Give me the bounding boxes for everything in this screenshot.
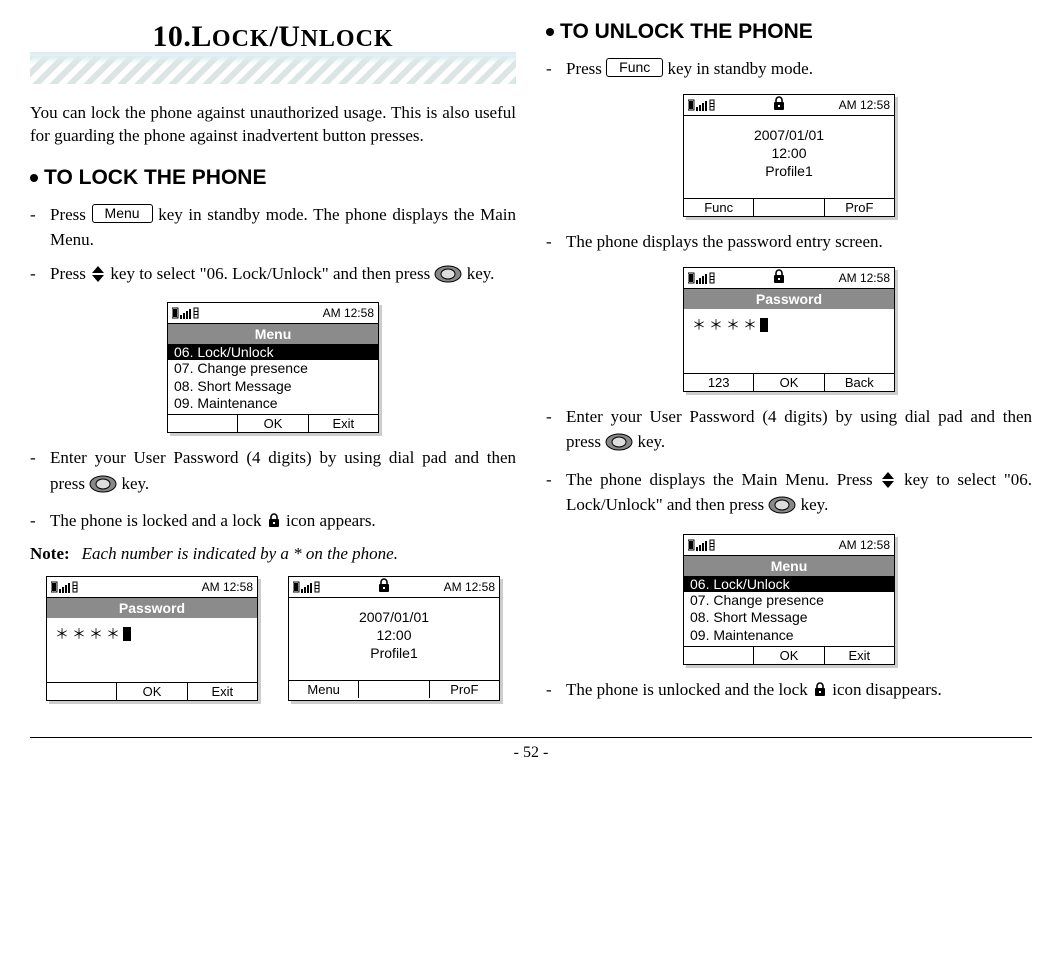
password-masked: ＊＊＊＊ [55,624,123,644]
note: Note:Each number is indicated by a * on … [30,544,516,564]
phone-screen-menu: AM 12:58 Menu 06. Lock/Unlock 07. Change… [167,302,379,433]
text-cursor [760,318,768,332]
section-unlock-heading: TO UNLOCK THE PHONE [546,20,1032,44]
softkey-left: 123 [684,374,754,391]
lock-icon [771,268,787,287]
menu-item: 09. Maintenance [168,395,378,413]
softkey-center: OK [238,415,308,432]
intro-text: You can lock the phone against unauthori… [30,102,516,148]
menu-item: 07. Change presence [684,592,894,610]
standby-clock: 12:00 [289,626,499,644]
menu-item: 08. Short Message [168,378,378,396]
softkey-right: Exit [188,683,257,700]
softkey-left [684,647,754,664]
standby-date: 2007/01/01 [684,126,894,144]
status-icons [688,272,720,284]
phone-screen-password-unlock: AM 12:58 Password ＊＊＊＊ 123 OK Back [683,267,895,392]
status-icons [172,307,204,319]
phone-screen-password: AM 12:58 Password ＊＊＊＊ OK Exit [46,576,258,701]
menu-item-selected: 06. Lock/Unlock [684,576,894,592]
softkey-right: Exit [825,647,894,664]
softkey-right: ProF [825,199,894,216]
ok-key-icon [434,265,462,291]
list-item: - Enter your User Password (4 digits) by… [546,404,1032,459]
ok-key-icon [605,433,633,459]
softkey-center [359,681,429,698]
lock-icon [812,679,828,705]
menu-item: 08. Short Message [684,609,894,627]
section-lock-heading: TO LOCK THE PHONE [30,166,516,190]
screen-title: Menu [168,324,378,344]
list-item: - The phone is locked and a lock icon ap… [30,508,516,536]
func-key: Func [606,58,663,77]
text-cursor [123,627,131,641]
status-time: AM 12:58 [202,580,253,594]
status-time: AM 12:58 [839,538,890,552]
status-icons [51,581,83,593]
status-time: AM 12:58 [323,306,374,320]
phone-screen-locked-standby: AM 12:58 2007/01/01 12:00 Profile1 Menu … [288,576,500,701]
softkey-center [754,199,824,216]
up-down-icon [880,471,896,489]
screen-title: Password [684,289,894,309]
softkey-center: OK [754,647,824,664]
menu-key: Menu [92,204,153,223]
standby-date: 2007/01/01 [289,608,499,626]
softkey-center: OK [117,683,187,700]
standby-clock: 12:00 [684,144,894,162]
page-number: - 52 - [30,744,1032,762]
status-icons [688,99,720,111]
softkey-right: Back [825,374,894,391]
softkey-left [168,415,238,432]
softkey-left: Menu [289,681,359,698]
menu-item: 07. Change presence [168,360,378,378]
chapter-title: 10.LOCK/UNLOCK [30,20,516,54]
decorative-divider [30,52,516,84]
bullet-icon [546,28,554,36]
list-item: - The phone is unlocked and the lock ico… [546,677,1032,705]
list-item: - The phone displays the Main Menu. Pres… [546,467,1032,522]
lock-icon [771,95,787,114]
status-icons [293,581,325,593]
ok-key-icon [768,496,796,522]
status-time: AM 12:58 [839,98,890,112]
up-down-icon [90,265,106,283]
softkey-right: ProF [430,681,499,698]
ok-key-icon [89,475,117,501]
standby-profile: Profile1 [684,162,894,180]
footer-rule [30,737,1032,738]
list-item: - Press Func key in standby mode. [546,56,1032,82]
lock-icon [376,577,392,596]
password-masked: ＊＊＊＊ [692,315,760,335]
list-item: - Press key to select "06. Lock/Unlock" … [30,261,516,291]
lock-icon [266,510,282,536]
menu-item: 09. Maintenance [684,627,894,645]
list-item: - Press Menu key in standby mode. The ph… [30,202,516,253]
phone-screen-func-standby: AM 12:58 2007/01/01 12:00 Profile1 Func … [683,94,895,218]
softkey-center: OK [754,374,824,391]
screen-title: Password [47,598,257,618]
softkey-left [47,683,117,700]
screen-title: Menu [684,556,894,576]
status-time: AM 12:58 [444,580,495,594]
status-icons [688,539,720,551]
softkey-right: Exit [309,415,378,432]
list-item: - The phone displays the password entry … [546,229,1032,255]
list-item: - Enter your User Password (4 digits) by… [30,445,516,500]
phone-screen-menu-unlock: AM 12:58 Menu 06. Lock/Unlock 07. Change… [683,534,895,665]
menu-item-selected: 06. Lock/Unlock [168,344,378,360]
standby-profile: Profile1 [289,644,499,662]
status-time: AM 12:58 [839,271,890,285]
softkey-left: Func [684,199,754,216]
bullet-icon [30,174,38,182]
